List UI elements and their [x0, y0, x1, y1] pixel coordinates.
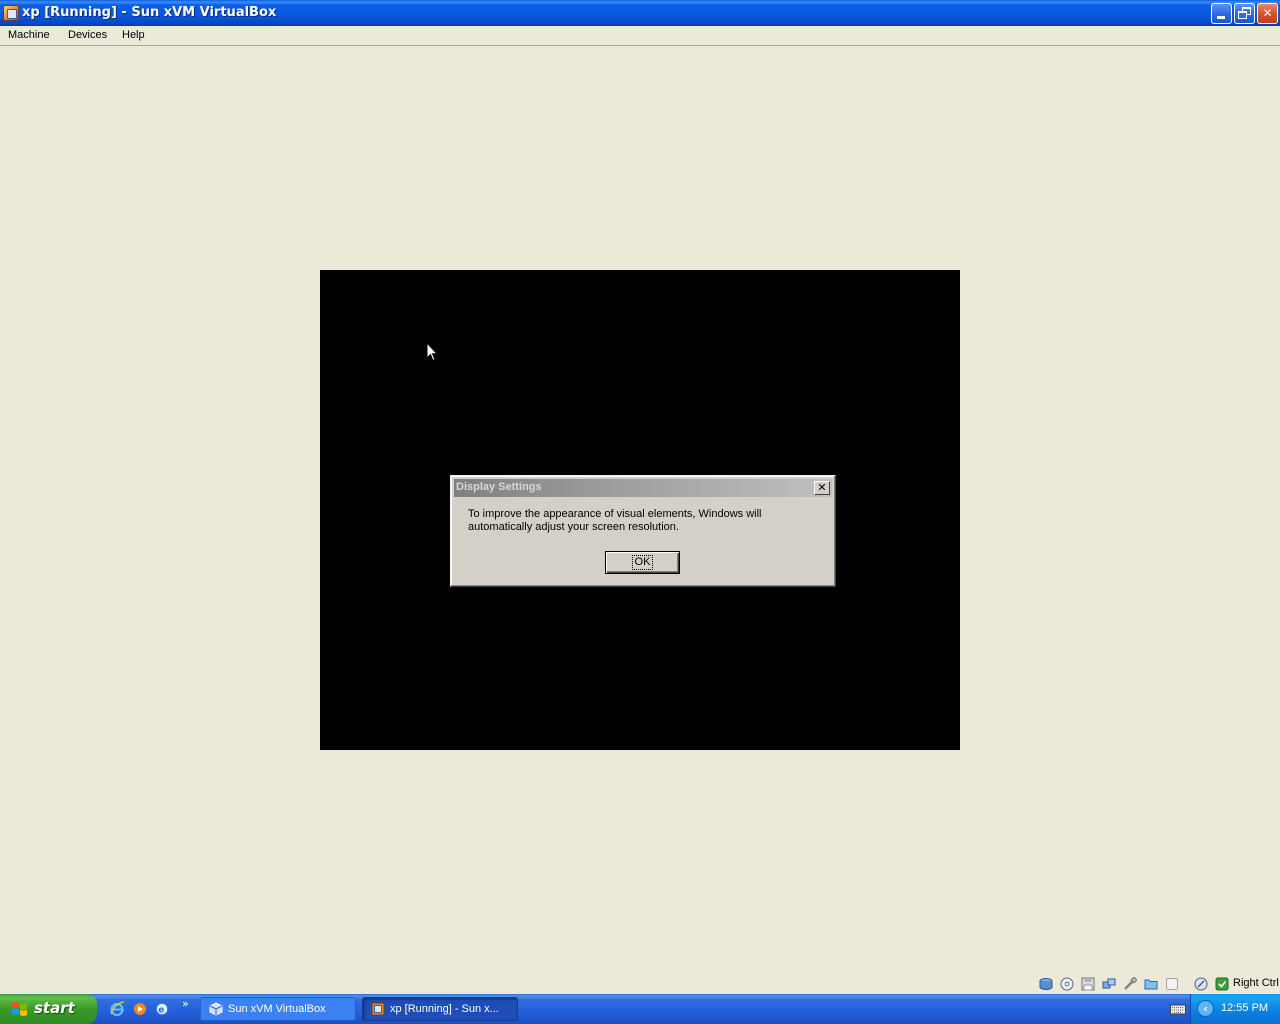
virtualbox-app-icon[interactable]	[3, 5, 19, 21]
ok-button-label: OK	[631, 555, 654, 570]
task-label: xp [Running] - Sun x...	[390, 1003, 499, 1015]
start-label: start	[34, 999, 75, 1017]
task-vm-window[interactable]: xp [Running] - Sun x...	[362, 997, 518, 1021]
shared-folders-icon[interactable]	[1144, 977, 1158, 991]
vm-window-icon	[371, 1002, 385, 1016]
window-title: xp [Running] - Sun xVM VirtualBox	[22, 5, 277, 20]
clock[interactable]: 12:55 PM	[1221, 1002, 1268, 1014]
minimize-button[interactable]	[1211, 3, 1232, 24]
cd-dvd-icon[interactable]	[1060, 977, 1074, 991]
usb-icon[interactable]	[1123, 977, 1137, 991]
close-icon: ✕	[1262, 6, 1273, 20]
media-player-icon[interactable]	[132, 1001, 148, 1017]
minimize-icon	[1217, 16, 1225, 19]
menu-bar: Machine Devices Help	[0, 26, 1280, 46]
menu-devices[interactable]: Devices	[68, 29, 107, 41]
dialog-title-bar[interactable]: Display Settings ✕	[454, 479, 832, 497]
dialog-close-button[interactable]: ✕	[814, 481, 830, 495]
svg-text:e: e	[158, 1006, 164, 1016]
menu-machine[interactable]: Machine	[8, 29, 50, 41]
task-virtualbox[interactable]: Sun xVM VirtualBox	[200, 997, 356, 1021]
mouse-integration-icon[interactable]	[1194, 977, 1208, 991]
network-icon[interactable]	[1102, 977, 1116, 991]
show-hidden-icons-button[interactable]: ‹	[1197, 1000, 1214, 1017]
virtualbox-icon	[209, 1002, 223, 1016]
dialog-title: Display Settings	[456, 481, 542, 493]
vm-display[interactable]: Display Settings ✕ To improve the appear…	[320, 270, 960, 750]
internet-explorer-icon[interactable]	[109, 1001, 125, 1017]
windows-logo-icon	[12, 1002, 27, 1016]
system-tray: ‹ 12:55 PM	[1190, 994, 1280, 1024]
host-key-label: Right Ctrl	[1233, 977, 1279, 989]
host-key-icon[interactable]	[1215, 977, 1229, 991]
restore-icon-front	[1238, 11, 1247, 19]
title-bar[interactable]: xp [Running] - Sun xVM VirtualBox ✕	[0, 0, 1280, 26]
restore-button[interactable]	[1234, 3, 1255, 24]
quick-launch-more-icon[interactable]: »	[182, 997, 189, 1010]
close-icon: ✕	[817, 481, 827, 494]
status-bar: Right Ctrl	[0, 973, 1280, 994]
browser-icon[interactable]: e	[154, 1001, 170, 1017]
taskbar: start e » Sun xVM VirtualBox xp [Running…	[0, 994, 1280, 1024]
menu-help[interactable]: Help	[122, 29, 145, 41]
task-label: Sun xVM VirtualBox	[228, 1003, 326, 1015]
floppy-icon[interactable]	[1081, 977, 1095, 991]
keyboard-icon[interactable]	[1170, 1003, 1186, 1015]
mouse-pointer-icon	[426, 342, 438, 362]
ok-button[interactable]: OK	[605, 551, 680, 574]
display-settings-dialog: Display Settings ✕ To improve the appear…	[450, 475, 836, 587]
hard-disk-icon[interactable]	[1039, 977, 1053, 991]
dialog-message: To improve the appearance of visual elem…	[468, 508, 762, 533]
display-icon[interactable]	[1165, 977, 1179, 991]
virtualbox-window: xp [Running] - Sun xVM VirtualBox ✕ Mach…	[0, 0, 1280, 994]
start-button[interactable]: start	[0, 994, 97, 1024]
close-button[interactable]: ✕	[1257, 3, 1278, 24]
